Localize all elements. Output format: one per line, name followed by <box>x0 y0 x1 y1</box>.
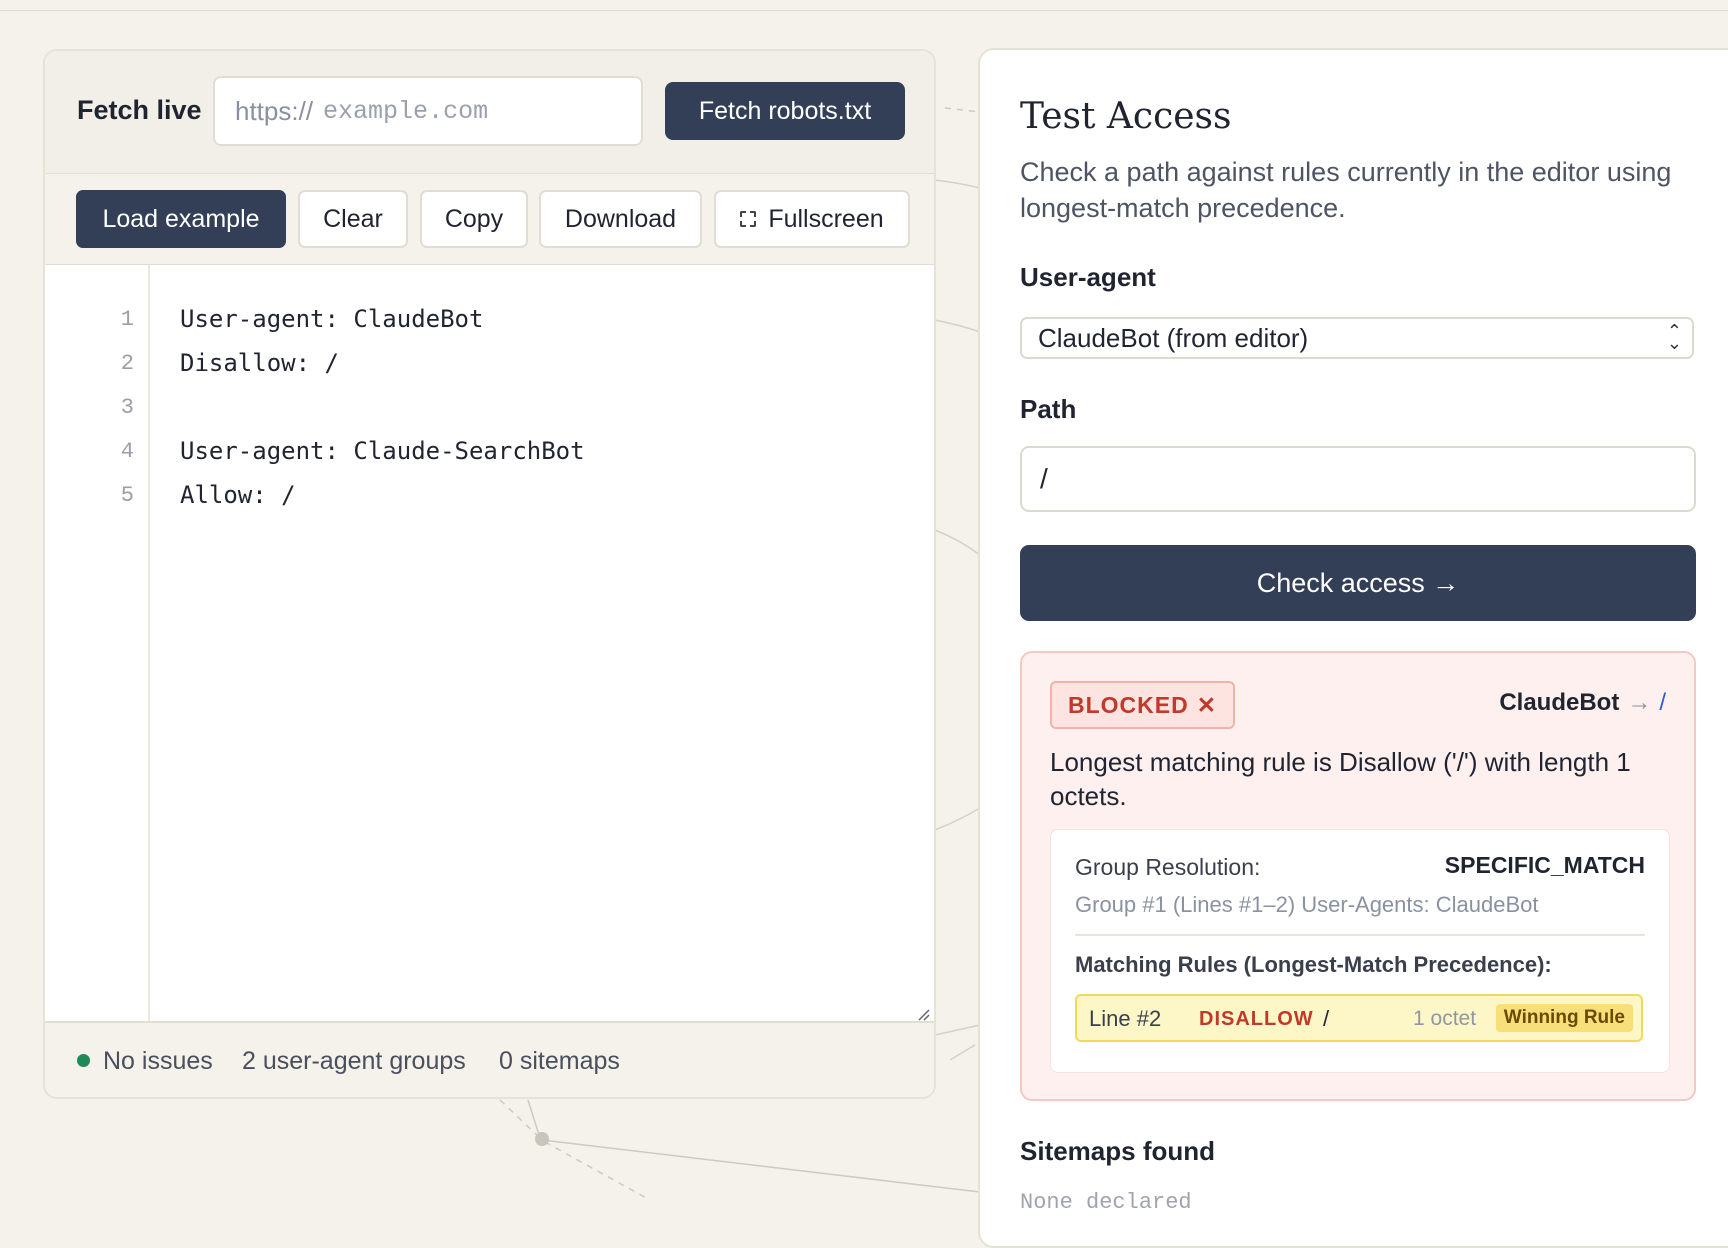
rule-type: DISALLOW <box>1199 1008 1314 1030</box>
path-label: Path <box>1020 394 1077 424</box>
panel-title: Test Access <box>1020 96 1232 137</box>
url-prefix: https:// <box>235 95 314 126</box>
line-number: 5 <box>120 483 134 508</box>
editor-status-bar: No issues 2 user-agent groups 0 sitemaps <box>45 1021 934 1097</box>
line-number: 4 <box>120 439 134 464</box>
resolution-detail-card: Group Resolution: SPECIFIC_MATCH Group #… <box>1050 829 1670 1073</box>
fetch-live-label: Fetch live <box>77 95 202 125</box>
clear-button[interactable]: Clear <box>298 190 408 248</box>
path-input[interactable] <box>1020 446 1696 512</box>
agent-path-summary: ClaudeBot → / <box>1499 689 1666 717</box>
line-number: 2 <box>120 351 134 376</box>
fetch-bar: Fetch live https:// Fetch robots.txt <box>45 51 934 174</box>
result-path: / <box>1659 689 1666 716</box>
arrow-right-icon: → <box>1627 689 1652 716</box>
result-reason: Longest matching rule is Disallow ('/') … <box>1050 747 1631 811</box>
download-button[interactable]: Download <box>539 190 702 248</box>
rule-line: Line #2 <box>1089 1006 1162 1031</box>
robots-editor-card: Fetch live https:// Fetch robots.txt Loa… <box>43 49 936 1099</box>
result-agent: ClaudeBot <box>1499 689 1620 716</box>
status-ok-icon <box>77 1054 90 1067</box>
line-number-gutter: 1 2 3 4 5 <box>45 265 150 1025</box>
sitemaps-count: 0 sitemaps <box>499 1047 620 1075</box>
code-line: User-agent: ClaudeBot <box>180 305 484 333</box>
issues-status: No issues <box>103 1047 213 1075</box>
copy-button[interactable]: Copy <box>420 190 528 248</box>
line-number: 3 <box>120 395 134 420</box>
groups-count: 2 user-agent groups <box>242 1047 466 1075</box>
blocked-badge: BLOCKED ✕ <box>1050 681 1236 729</box>
test-access-panel: Test Access Check a path against rules c… <box>978 48 1728 1248</box>
matching-rule-row: Line #2 DISALLOW / 1 octet Winning Rule <box>1075 994 1643 1042</box>
select-chevron-icon: ⌃ ⌄ <box>1666 321 1682 353</box>
sitemaps-value: None declared <box>1020 1190 1192 1215</box>
group-resolution-value: SPECIFIC_MATCH <box>1444 852 1645 878</box>
code-line: User-agent: Claude-SearchBot <box>180 437 585 465</box>
detail-divider <box>1075 934 1645 936</box>
close-icon: ✕ <box>1196 691 1218 718</box>
user-agent-label: User-agent <box>1020 262 1156 292</box>
resize-handle-icon[interactable] <box>916 1007 930 1021</box>
editor-toolbar: Load example Clear Copy Download Fullscr… <box>45 174 934 265</box>
user-agent-selected: ClaudeBot (from editor) <box>1038 322 1309 353</box>
code-line: Disallow: / <box>180 349 339 377</box>
winning-rule-badge: Winning Rule <box>1495 1004 1633 1032</box>
url-input[interactable] <box>321 95 626 127</box>
fetch-robots-button[interactable]: Fetch robots.txt <box>665 82 905 140</box>
group-detail: Group #1 (Lines #1–2) User-Agents: Claud… <box>1075 892 1539 917</box>
load-example-button[interactable]: Load example <box>76 190 286 248</box>
rule-path: / <box>1323 1006 1330 1031</box>
rule-length: 1 octet <box>1413 1007 1477 1030</box>
status-label: BLOCKED <box>1068 691 1189 718</box>
sitemaps-found-label: Sitemaps found <box>1020 1136 1216 1166</box>
fullscreen-button[interactable]: Fullscreen <box>714 190 910 248</box>
result-box: BLOCKED ✕ ClaudeBot → / Longest matching r… <box>1020 651 1696 1101</box>
group-resolution-label: Group Resolution: <box>1075 854 1261 880</box>
url-input-wrapper[interactable]: https:// <box>213 76 643 146</box>
code-editor[interactable]: 1 2 3 4 5 User-agent: ClaudeBot Disallow… <box>45 265 934 1025</box>
fullscreen-label: Fullscreen <box>768 204 884 233</box>
panel-description: Check a path against rules currently in … <box>1020 157 1672 223</box>
check-access-button[interactable]: Check access → <box>1020 545 1696 621</box>
matching-rules-label: Matching Rules (Longest-Match Precedence… <box>1075 952 1552 977</box>
line-number: 1 <box>120 307 134 332</box>
code-line: Allow: / <box>180 481 296 509</box>
user-agent-select[interactable]: ClaudeBot (from editor) ⌃ ⌄ <box>1020 317 1694 359</box>
fullscreen-icon <box>740 211 757 227</box>
